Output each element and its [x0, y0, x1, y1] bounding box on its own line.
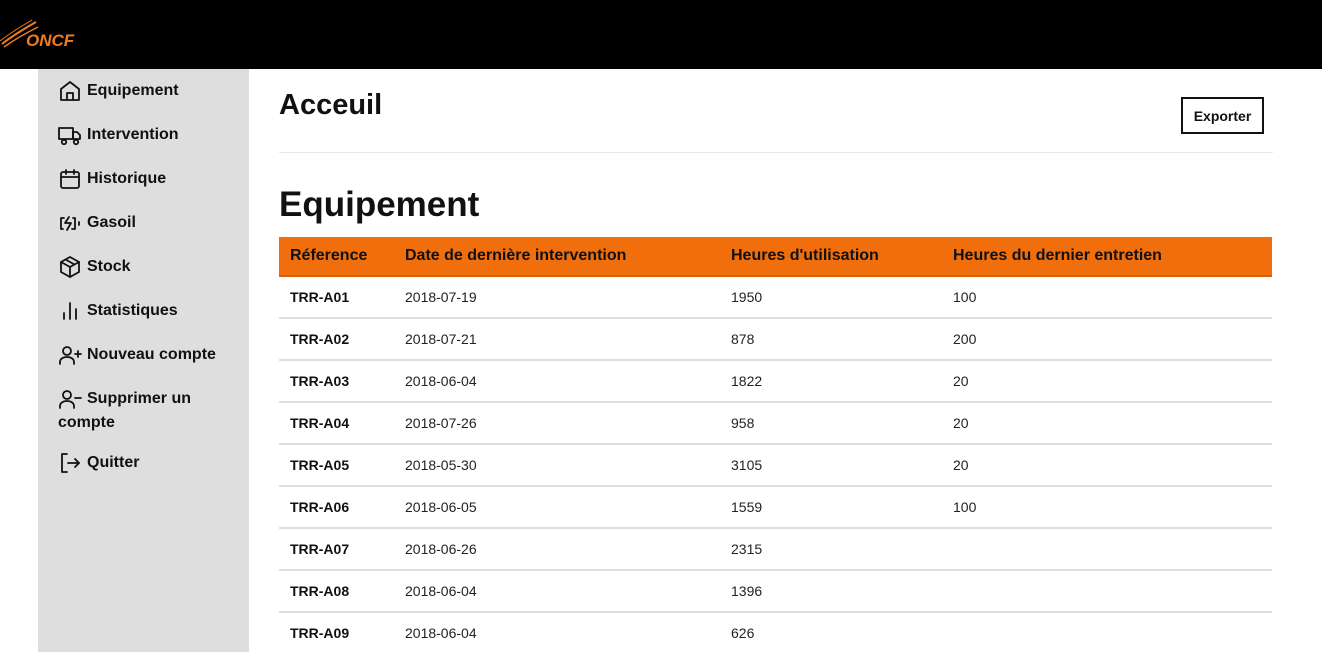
truck-icon — [58, 123, 82, 147]
cell-date: 2018-07-19 — [405, 289, 477, 305]
column-header-hours[interactable]: Heures d'utilisation — [731, 247, 953, 265]
cell-maintenance-hours: 200 — [953, 331, 977, 347]
cell-usage-hours: 1559 — [731, 499, 763, 515]
calendar-icon — [58, 167, 82, 191]
cell-usage-hours: 3105 — [731, 457, 763, 473]
home-icon — [58, 79, 82, 103]
table-row[interactable]: TRR-A09 2018-06-04 626 — [279, 613, 1272, 652]
sidebar: Equipement Intervention Historique Gasoi… — [38, 69, 249, 652]
cell-maintenance-hours: 20 — [953, 373, 969, 389]
sidebar-item-equipement[interactable]: Equipement — [58, 79, 238, 103]
sidebar-item-gasoil[interactable]: Gasoil — [58, 211, 238, 235]
cell-usage-hours: 1822 — [731, 373, 763, 389]
page-title: Acceuil — [279, 89, 383, 121]
cell-reference: TRR-A09 — [290, 625, 350, 641]
cell-date: 2018-06-04 — [405, 583, 477, 599]
sidebar-item-historique[interactable]: Historique — [58, 167, 238, 191]
user-plus-icon — [58, 343, 82, 367]
cell-date: 2018-06-04 — [405, 625, 477, 641]
cell-date: 2018-06-26 — [405, 541, 477, 557]
cell-maintenance-hours: 20 — [953, 415, 969, 431]
cell-reference: TRR-A03 — [290, 373, 350, 389]
cell-maintenance-hours: 100 — [953, 289, 977, 305]
cell-date: 2018-07-26 — [405, 415, 477, 431]
table-header: Réference Date de dernière intervention … — [279, 237, 1272, 277]
cell-date: 2018-06-04 — [405, 373, 477, 389]
cell-reference: TRR-A04 — [290, 415, 350, 431]
cell-reference: TRR-A01 — [290, 289, 350, 305]
bar-chart-icon — [58, 299, 82, 323]
table-row[interactable]: TRR-A05 2018-05-30 3105 20 — [279, 445, 1272, 487]
table-row[interactable]: TRR-A06 2018-06-05 1559 100 — [279, 487, 1272, 529]
cell-reference: TRR-A02 — [290, 331, 350, 347]
cell-reference: TRR-A07 — [290, 541, 350, 557]
oncf-logo[interactable]: ONCF — [0, 16, 90, 56]
sidebar-item-label: Gasoil — [87, 214, 136, 231]
top-bar: ONCF — [0, 0, 1322, 69]
table-row[interactable]: TRR-A04 2018-07-26 958 20 — [279, 403, 1272, 445]
divider — [279, 152, 1273, 153]
user-minus-icon — [58, 387, 82, 411]
column-header-reference[interactable]: Réference — [290, 247, 416, 265]
section-title: Equipement — [279, 185, 480, 224]
logo-text: ONCF — [26, 31, 75, 50]
cell-usage-hours: 878 — [731, 331, 755, 347]
sidebar-item-intervention[interactable]: Intervention — [58, 123, 238, 147]
sidebar-item-statistiques[interactable]: Statistiques — [58, 299, 238, 323]
cell-reference: TRR-A05 — [290, 457, 350, 473]
column-header-date[interactable]: Date de dernière intervention — [405, 247, 731, 265]
sidebar-item-nouveau-compte[interactable]: Nouveau compte — [58, 343, 238, 367]
sidebar-item-label: Quitter — [87, 454, 140, 471]
cell-usage-hours: 1396 — [731, 583, 763, 599]
sidebar-item-label: Statistiques — [87, 302, 178, 319]
column-header-maintenance-hours[interactable]: Heures du dernier entretien — [953, 247, 1253, 265]
sidebar-item-stock[interactable]: Stock — [58, 255, 238, 279]
box-icon — [58, 255, 82, 279]
table-row[interactable]: TRR-A01 2018-07-19 1950 100 — [279, 277, 1272, 319]
table-row[interactable]: TRR-A03 2018-06-04 1822 20 — [279, 361, 1272, 403]
cell-usage-hours: 626 — [731, 625, 755, 641]
battery-charging-icon — [58, 211, 82, 235]
table-row[interactable]: TRR-A07 2018-06-26 2315 — [279, 529, 1272, 571]
cell-date: 2018-06-05 — [405, 499, 477, 515]
cell-usage-hours: 1950 — [731, 289, 763, 305]
table-row[interactable]: TRR-A08 2018-06-04 1396 — [279, 571, 1272, 613]
sidebar-item-label: Nouveau compte — [87, 346, 216, 363]
cell-reference: TRR-A08 — [290, 583, 350, 599]
table-row[interactable]: TRR-A02 2018-07-21 878 200 — [279, 319, 1272, 361]
cell-usage-hours: 2315 — [731, 541, 763, 557]
equipment-table: Réference Date de dernière intervention … — [279, 237, 1272, 652]
sidebar-item-label: Historique — [87, 170, 167, 187]
cell-maintenance-hours: 20 — [953, 457, 969, 473]
sidebar-item-label: Stock — [87, 258, 131, 275]
sidebar-item-label: Equipement — [87, 82, 179, 99]
cell-reference: TRR-A06 — [290, 499, 350, 515]
sidebar-item-quitter[interactable]: Quitter — [58, 451, 238, 475]
cell-date: 2018-07-21 — [405, 331, 477, 347]
log-out-icon — [58, 451, 82, 475]
export-button[interactable]: Exporter — [1181, 97, 1264, 134]
cell-date: 2018-05-30 — [405, 457, 477, 473]
sidebar-item-label: Intervention — [87, 126, 179, 143]
cell-maintenance-hours: 100 — [953, 499, 977, 515]
table-body: TRR-A01 2018-07-19 1950 100 TRR-A02 2018-07-2… — [279, 277, 1272, 652]
sidebar-item-supprimer-compte[interactable]: Supprimer un compte — [58, 387, 238, 434]
cell-usage-hours: 958 — [731, 415, 755, 431]
